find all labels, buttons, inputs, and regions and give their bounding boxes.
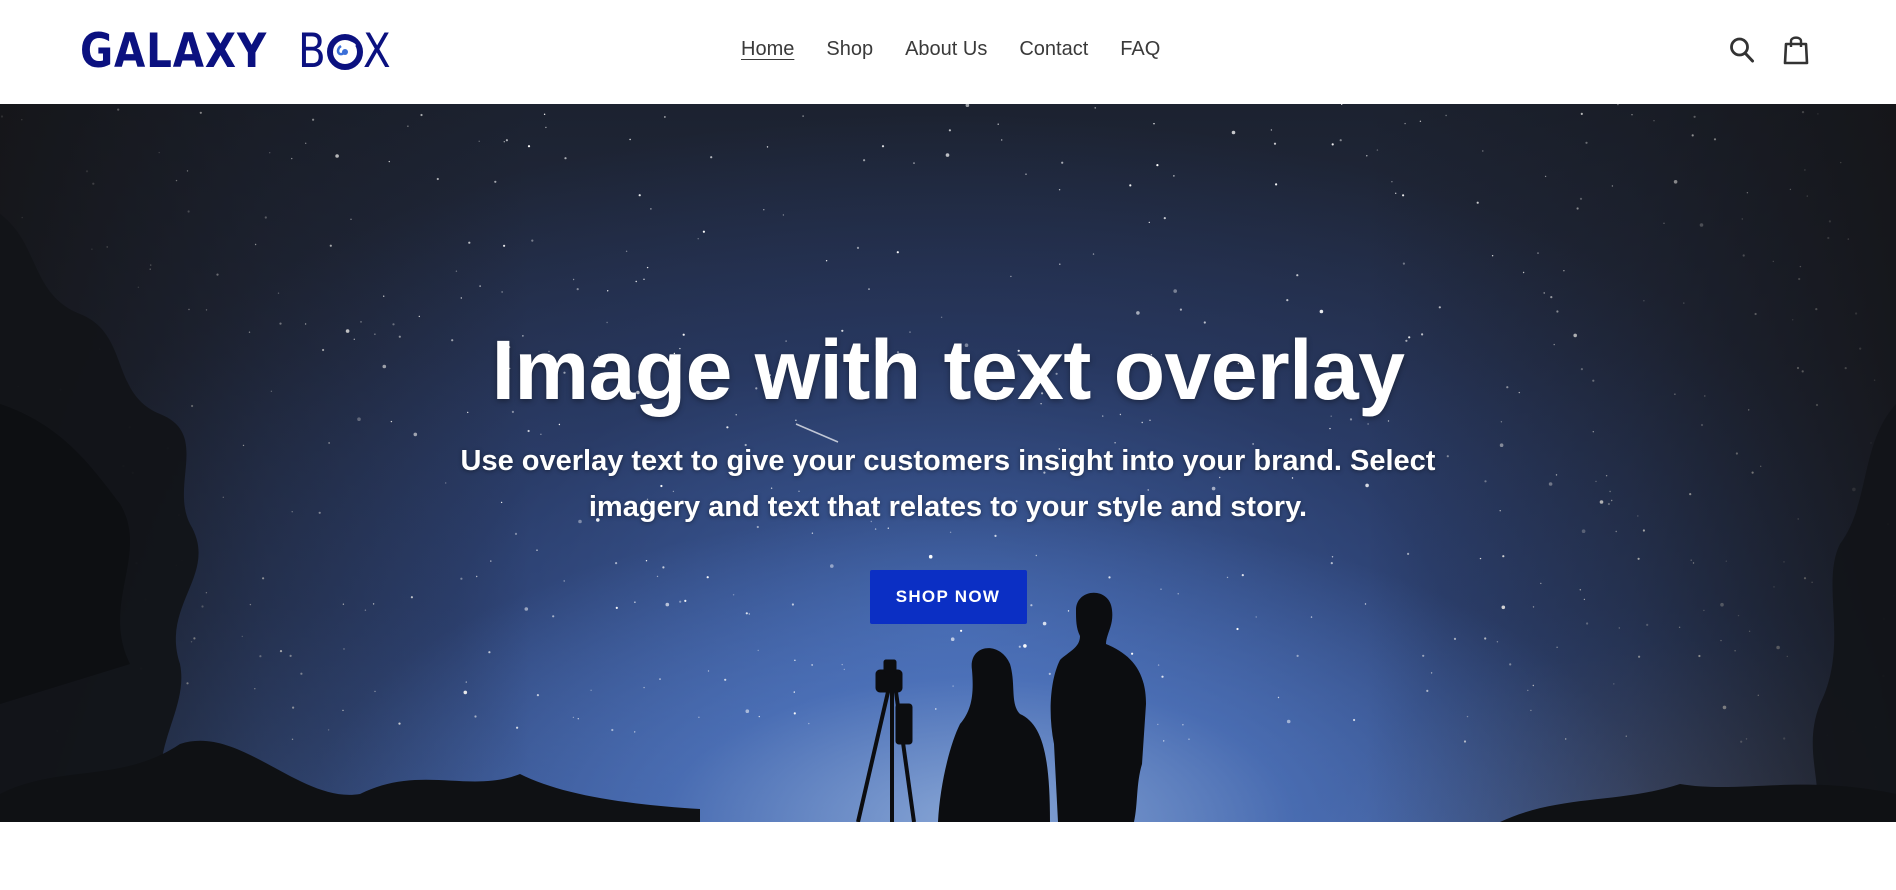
site-header: GALAXY B X Home Shop About Us Contact FA… xyxy=(0,0,1896,104)
logo-text-galaxy: GALAXY xyxy=(80,24,268,79)
search-icon xyxy=(1730,37,1754,63)
nav-link-contact[interactable]: Contact xyxy=(1019,36,1088,62)
logo-text-x: X xyxy=(362,24,392,79)
cart-button[interactable] xyxy=(1782,34,1810,66)
nav-link-about-us[interactable]: About Us xyxy=(905,36,987,62)
main-nav: Home Shop About Us Contact FAQ xyxy=(741,36,1160,62)
hero-title: Image with text overlay xyxy=(491,323,1405,417)
hero-subtitle: Use overlay text to give your customers … xyxy=(460,445,1436,523)
cart-icon xyxy=(1783,36,1809,65)
brand-logo[interactable]: GALAXY B X xyxy=(80,26,396,78)
nav-link-shop[interactable]: Shop xyxy=(826,36,873,62)
nav-link-faq[interactable]: FAQ xyxy=(1120,36,1160,62)
galaxy-swirl-icon xyxy=(326,34,363,70)
shop-now-button[interactable]: SHOP NOW xyxy=(869,570,1027,624)
search-button[interactable] xyxy=(1728,34,1756,66)
page-continuation xyxy=(0,822,1896,890)
logo-text-b: B xyxy=(297,24,327,79)
nav-link-home[interactable]: Home xyxy=(741,36,794,62)
header-icons xyxy=(1728,34,1810,66)
hero-banner: Image with text overlay Use overlay text… xyxy=(0,104,1896,822)
hero-content: Image with text overlay Use overlay text… xyxy=(398,320,1498,624)
